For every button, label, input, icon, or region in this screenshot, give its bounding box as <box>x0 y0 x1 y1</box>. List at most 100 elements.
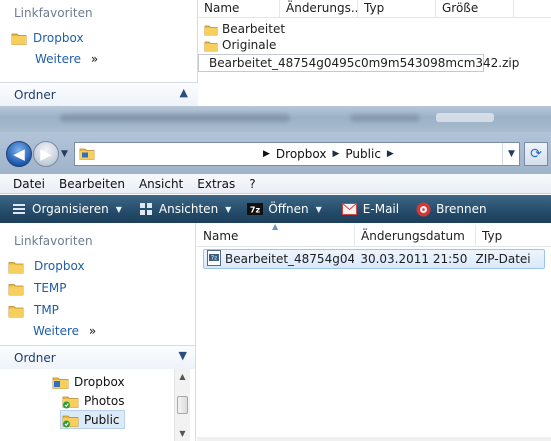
folder-icon <box>11 33 27 45</box>
folders-title: Ordner <box>14 350 56 365</box>
file-name: Bearbeitet <box>222 22 286 36</box>
background-column-headers: Name Änderungs... Typ Größe <box>198 0 551 18</box>
table-row[interactable]: 7z Bearbeitet_48754g0495... 30.03.2011 2… <box>203 249 545 269</box>
tree-item-photos[interactable]: Photos <box>62 391 124 410</box>
menu-item-extras[interactable]: Extras <box>190 177 242 191</box>
column-header-date[interactable]: Änderungs... <box>280 0 358 18</box>
more-links[interactable]: Weitere » <box>35 52 98 66</box>
folders-section-header[interactable]: Ordner ▼ <box>0 345 195 369</box>
chevron-down-icon: ▼ <box>178 349 187 362</box>
nav-link-label: TEMP <box>34 281 67 295</box>
navigation-bar: ◀ ▶ ▼ ▶ Dropbox ▶ Public ▶ ▼ ⟳ <box>0 132 551 174</box>
breadcrumb-public[interactable]: Public <box>345 147 381 161</box>
chevron-up-icon: ▲ <box>179 86 188 99</box>
column-header-name[interactable]: Name <box>198 0 280 18</box>
organize-button[interactable]: Organisieren ▼ <box>6 198 127 220</box>
list-item[interactable]: Bearbeitet <box>198 21 551 37</box>
more-arrow-icon: » <box>88 324 97 338</box>
open-button[interactable]: 7z Öffnen ▼ <box>242 198 326 220</box>
dropbox-folder-icon <box>52 377 69 389</box>
tree-item-label: Public <box>84 412 120 427</box>
column-header-filler <box>514 0 551 18</box>
background-explorer-window: Linkfavoriten Dropbox Weitere » Ordner ▲… <box>0 0 551 106</box>
more-links[interactable]: Weitere » <box>33 324 96 338</box>
burn-button[interactable]: Brennen <box>410 198 491 220</box>
column-header-type[interactable]: Typ <box>358 0 436 18</box>
folder-icon <box>8 261 24 273</box>
dropbox-folder-icon <box>79 145 95 164</box>
favorites-title: Linkfavoriten <box>14 6 93 20</box>
nav-link-label: Dropbox <box>33 31 84 45</box>
menu-item-help[interactable]: ? <box>242 177 262 191</box>
file-list-pane: ▲ Name Änderungsdatum Typ 7z Bearbeitet_… <box>197 222 551 441</box>
breadcrumb-separator-icon[interactable]: ▶ <box>332 149 339 159</box>
scroll-down-icon[interactable]: ▼ <box>175 426 190 441</box>
open-label: Öffnen <box>268 202 309 216</box>
recent-pages-dropdown[interactable]: ▼ <box>61 149 68 159</box>
more-links-label: Weitere <box>33 324 80 338</box>
breadcrumb-separator-icon[interactable]: ▶ <box>387 149 394 159</box>
tree-item-label: Photos <box>84 393 125 408</box>
file-name: Originale <box>222 38 277 52</box>
folders-section-header[interactable]: Ordner ▲ <box>0 82 198 106</box>
nav-link-tmp[interactable]: TMP <box>8 299 59 321</box>
scroll-up-icon[interactable]: ▲ <box>175 369 190 384</box>
nav-link-dropbox[interactable]: Dropbox <box>11 28 84 48</box>
forward-button[interactable]: ▶ <box>33 141 59 167</box>
folder-icon <box>204 41 218 52</box>
dropbox-synced-folder-icon <box>62 396 79 408</box>
dropbox-synced-folder-icon <box>62 415 79 427</box>
scrollbar-thumb[interactable] <box>177 396 188 414</box>
7zip-icon: 7z <box>247 201 264 217</box>
tree-item-public[interactable]: Public <box>60 410 125 429</box>
nav-link-dropbox[interactable]: Dropbox <box>8 255 85 277</box>
svg-text:7z: 7z <box>211 255 217 261</box>
address-dropdown-button[interactable]: ▼ <box>502 143 520 165</box>
menu-bar: Datei Bearbeiten Ansicht Extras ? <box>0 174 551 194</box>
list-item[interactable]: 7z Bearbeitet_48754g0495c0m9m543098mcm34… <box>198 54 519 72</box>
file-type-cell: ZIP-Datei <box>475 252 531 266</box>
menu-item-datei[interactable]: Datei <box>6 177 52 191</box>
favorites-title: Linkfavoriten <box>14 234 93 248</box>
folder-icon <box>204 25 218 36</box>
nav-link-temp[interactable]: TEMP <box>8 277 67 299</box>
email-button[interactable]: E-Mail <box>337 198 404 220</box>
breadcrumb-separator-icon[interactable]: ▶ <box>263 149 270 159</box>
burn-icon <box>415 201 431 217</box>
views-label: Ansichten <box>158 202 219 216</box>
breadcrumb-dropbox[interactable]: Dropbox <box>276 147 327 161</box>
svg-text:7z: 7z <box>250 206 261 215</box>
column-header-size[interactable]: Größe <box>436 0 514 18</box>
tree-item-dropbox[interactable]: Dropbox <box>52 372 125 391</box>
column-header-type[interactable]: Typ <box>476 225 551 247</box>
chevron-down-icon: ▼ <box>315 204 322 214</box>
folder-icon <box>8 283 24 295</box>
back-button[interactable]: ◀ <box>6 141 32 167</box>
tree-item-label: Dropbox <box>74 374 125 389</box>
horizontal-scrollbar[interactable] <box>197 437 551 441</box>
organize-label: Organisieren <box>32 202 109 216</box>
address-bar[interactable]: ▶ Dropbox ▶ Public ▶ <box>74 142 520 166</box>
menu-item-ansicht[interactable]: Ansicht <box>132 177 190 191</box>
menu-item-bearbeiten[interactable]: Bearbeiten <box>52 177 132 191</box>
folders-title: Ordner <box>14 87 56 102</box>
list-item[interactable]: Originale <box>198 37 551 53</box>
arrow-left-icon: ◀ <box>13 145 25 163</box>
file-name: Bearbeitet_48754g0495c0m9m543098mcm342.z… <box>209 56 520 70</box>
organize-icon <box>11 201 27 217</box>
email-icon <box>342 201 358 217</box>
nav-link-label: TMP <box>34 303 59 317</box>
background-navigation-pane: Linkfavoriten Dropbox Weitere » Ordner ▲ <box>0 0 198 106</box>
views-button[interactable]: Ansichten ▼ <box>133 198 236 220</box>
column-header-date[interactable]: Änderungsdatum <box>355 225 476 247</box>
tree-scrollbar[interactable]: ▲ ▼ <box>174 369 190 441</box>
command-bar: Organisieren ▼ Ansichten ▼ 7z Öffnen ▼ E… <box>0 195 551 223</box>
file-date-cell: 30.03.2011 21:50 <box>360 252 468 266</box>
refresh-icon: ⟳ <box>530 146 542 162</box>
arrow-right-icon: ▶ <box>40 145 52 163</box>
column-headers: ▲ Name Änderungsdatum Typ <box>197 222 551 247</box>
file-name-cell: Bearbeitet_48754g0495... <box>225 252 355 266</box>
burn-label: Brennen <box>436 202 487 216</box>
refresh-button[interactable]: ⟳ <box>524 142 548 166</box>
more-arrow-icon: » <box>90 52 99 66</box>
